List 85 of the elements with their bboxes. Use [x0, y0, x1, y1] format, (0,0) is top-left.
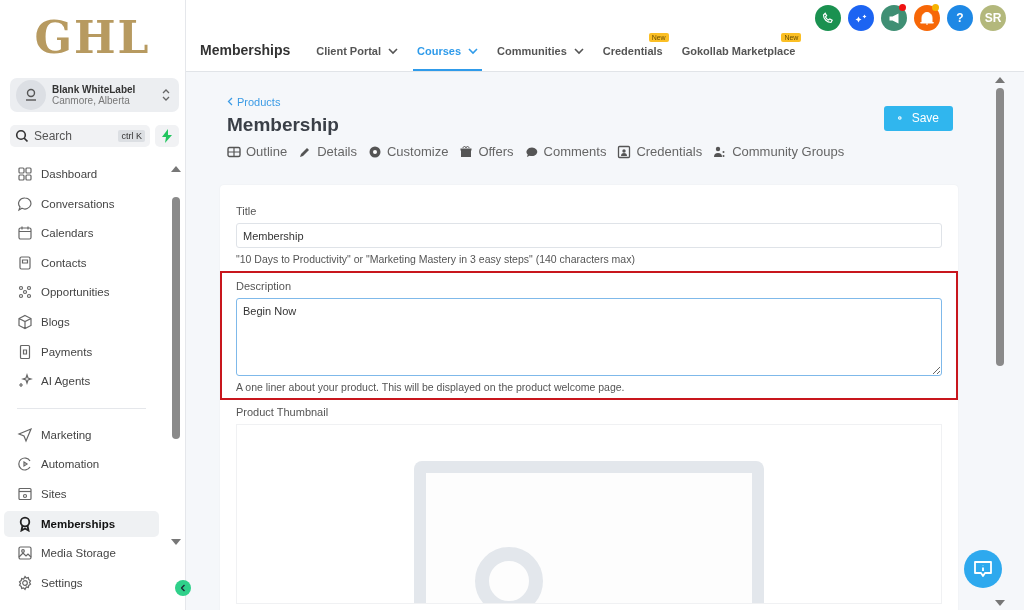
- page-heading: Memberships: [200, 42, 291, 60]
- scrollbar-thumb[interactable]: [172, 197, 180, 439]
- sidebar-item[interactable]: Calendars: [4, 220, 159, 247]
- shortcut-hint: ctrl K: [118, 130, 145, 142]
- header-action-button[interactable]: [914, 5, 940, 31]
- chevron-left-icon: [227, 97, 233, 106]
- sparkle-icon: [855, 13, 867, 23]
- sidebar-item[interactable]: Automation: [4, 451, 159, 478]
- section-tab[interactable]: Credentials: [617, 144, 703, 159]
- search-icon: [15, 129, 29, 143]
- gift-icon: [459, 144, 474, 159]
- nav-tab[interactable]: Client Portal: [312, 45, 403, 71]
- gear-icon: [17, 574, 33, 591]
- chevron-down-icon[interactable]: [388, 47, 399, 55]
- field-label: Title: [236, 205, 258, 217]
- sidebar-item[interactable]: Marketing: [4, 421, 159, 448]
- scroll-down-icon[interactable]: [995, 600, 1005, 606]
- sidebar-item[interactable]: Media Storage: [4, 540, 159, 567]
- feedback-button[interactable]: [964, 550, 1002, 588]
- scroll-up-icon[interactable]: [995, 77, 1005, 83]
- contact-book-icon: [17, 254, 33, 271]
- nodes-icon: [17, 284, 33, 301]
- section-tab[interactable]: Comments: [524, 144, 607, 159]
- section-tab[interactable]: Details: [298, 144, 357, 159]
- sidebar-item[interactable]: Settings: [4, 569, 159, 596]
- sidebar-item[interactable]: Payments: [4, 338, 159, 365]
- calendar-icon: [17, 225, 33, 242]
- chevron-down-icon[interactable]: [573, 47, 584, 55]
- quick-action-button[interactable]: [155, 125, 179, 147]
- nav-tab[interactable]: Gokollab Marketplace: [677, 45, 800, 71]
- lightning-icon: [161, 129, 173, 143]
- sidebar-item[interactable]: Conversations: [4, 190, 159, 217]
- header-action-button[interactable]: [815, 5, 841, 31]
- megaphone-icon: [889, 12, 899, 24]
- section-tab[interactable]: Customize: [367, 144, 449, 159]
- phone-icon: [822, 12, 834, 24]
- nav-tab[interactable]: Credentials: [598, 45, 667, 71]
- field-hint: A one liner about your product. This will be displayed on the product welcome page.: [236, 381, 626, 393]
- sidebar-item[interactable]: Opportunities: [4, 279, 159, 306]
- award-icon: [17, 515, 33, 532]
- field-hint: "10 Days to Productivity" or "Marketing Mastery in 3 easy steps" (140 characters max): [236, 253, 636, 265]
- sparkle-icon: [17, 373, 33, 390]
- account-name: Blank WhiteLabel: [52, 84, 137, 95]
- section-tab[interactable]: Outline: [227, 144, 288, 159]
- browser-icon: [17, 485, 33, 502]
- grid-icon: [17, 166, 33, 182]
- chevron-left-icon: [180, 584, 186, 592]
- chat-bubble-icon: [17, 195, 33, 212]
- play-circle-icon: [17, 456, 33, 473]
- search-field[interactable]: Search ctrl K: [10, 125, 150, 147]
- message-alert-icon: [974, 561, 992, 577]
- sidebar-item[interactable]: AI Agents: [4, 368, 159, 395]
- nav-tab[interactable]: Communities: [493, 45, 588, 71]
- table-icon: [227, 144, 241, 159]
- scrollbar-thumb[interactable]: [996, 88, 1004, 366]
- chevron-updown-icon: [161, 87, 171, 103]
- search-input[interactable]: Search: [34, 129, 114, 143]
- account-switcher[interactable]: Blank WhiteLabel Canmore, Alberta: [10, 78, 179, 112]
- title-field[interactable]: Membership: [236, 223, 942, 248]
- sidebar-item[interactable]: Blogs: [4, 308, 159, 335]
- account-location: Canmore, Alberta: [52, 95, 131, 106]
- image-icon: [17, 545, 33, 562]
- cube-icon: [17, 313, 33, 330]
- sidebar-item[interactable]: Memberships: [4, 510, 159, 537]
- header-action-button[interactable]: [881, 5, 907, 31]
- circle-icon: [898, 113, 902, 123]
- section-tab[interactable]: Community Groups: [713, 144, 845, 159]
- sidebar-item[interactable]: Contacts: [4, 249, 159, 276]
- receipt-icon: [17, 343, 33, 360]
- field-label: Product Thumbnail: [236, 406, 330, 418]
- field-label: Description: [236, 280, 293, 292]
- logo: GHL: [33, 10, 152, 65]
- collapse-button[interactable]: [175, 580, 191, 596]
- sidebar-item[interactable]: Sites: [4, 480, 159, 507]
- description-field[interactable]: Begin Now: [236, 298, 942, 376]
- location-icon: [16, 80, 46, 110]
- help-button[interactable]: ?: [947, 5, 973, 31]
- send-icon: [17, 426, 33, 443]
- section-tab[interactable]: Offers: [459, 144, 514, 159]
- id-card-icon: [617, 144, 632, 159]
- page-title: Membership: [227, 114, 339, 136]
- header-action-button[interactable]: [848, 5, 874, 31]
- palette-icon: [367, 144, 382, 159]
- bell-icon: [920, 11, 934, 25]
- sidebar-item[interactable]: Dashboard: [4, 161, 159, 187]
